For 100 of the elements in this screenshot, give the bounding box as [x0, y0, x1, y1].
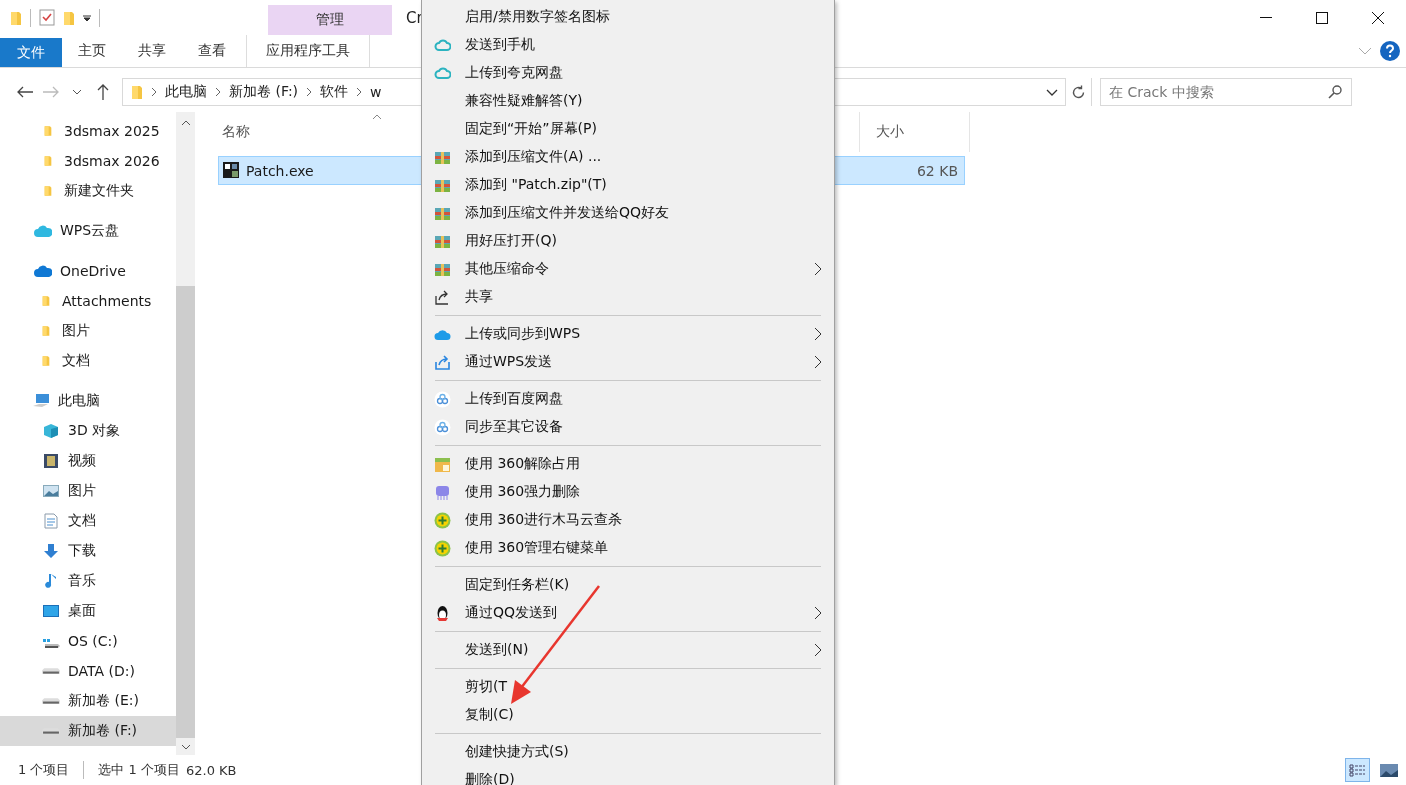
menu-item[interactable]: 发送到手机: [422, 31, 834, 59]
penguin-icon: [434, 605, 451, 622]
breadcrumb[interactable]: 软件: [320, 83, 349, 101]
landscape-thumbnail-icon: [1379, 763, 1398, 777]
nav-item[interactable]: Attachments: [0, 286, 176, 316]
plus-icon: [434, 512, 451, 529]
nav-item[interactable]: OS (C:): [0, 626, 176, 656]
archive-icon: [434, 205, 451, 222]
nav-item[interactable]: 桌面: [0, 596, 176, 626]
nav-item[interactable]: 3D 对象: [0, 416, 176, 446]
nav-item[interactable]: 音乐: [0, 566, 176, 596]
picture-icon: [42, 483, 60, 499]
selection-size: 62.0 KB: [185, 762, 237, 778]
menu-item[interactable]: 固定到“开始”屏幕(P): [422, 115, 834, 143]
menu-item[interactable]: 上传到百度网盘: [422, 385, 834, 413]
nav-item[interactable]: 新加卷 (E:): [0, 686, 176, 716]
menu-item[interactable]: 通过WPS发送: [422, 348, 834, 376]
nav-item[interactable]: 3dsmax 2026: [0, 146, 176, 176]
menu-item[interactable]: 使用 360管理右键菜单: [422, 534, 834, 562]
ribbon-tab[interactable]: 应用程序工具: [246, 35, 370, 67]
archive-icon: [434, 233, 451, 250]
drive-icon: [42, 668, 60, 674]
menu-item[interactable]: 固定到任务栏(K): [422, 571, 834, 599]
menu-item[interactable]: 添加到压缩文件(A) ...: [422, 143, 834, 171]
nav-item[interactable]: 文档: [0, 506, 176, 536]
menu-item[interactable]: 发送到(N): [422, 636, 834, 664]
cube-icon: [42, 423, 60, 439]
menu-item[interactable]: 启用/禁用数字签名图标: [422, 3, 834, 31]
window-title: Cr: [406, 8, 423, 27]
chevron-right-icon: [215, 87, 221, 97]
up-arrow-icon: [97, 84, 109, 100]
menu-item[interactable]: 创建快捷方式(S): [422, 738, 834, 766]
menu-item[interactable]: 同步至其它设备: [422, 413, 834, 441]
nav-item[interactable]: 此电脑: [0, 386, 176, 416]
back-arrow-icon: [17, 86, 33, 98]
menu-item[interactable]: 共享: [422, 283, 834, 311]
menu-item[interactable]: 其他压缩命令: [422, 255, 834, 283]
chevron-right-icon: [306, 87, 313, 97]
menu-item[interactable]: 添加到压缩文件并发送给QQ好友: [422, 199, 834, 227]
folder-icon: [10, 9, 22, 26]
forward-arrow-icon: [43, 86, 59, 98]
menu-item[interactable]: 用好压打开(Q): [422, 227, 834, 255]
close-icon: [1372, 11, 1384, 24]
menu-item[interactable]: 上传或同步到WPS: [422, 320, 834, 348]
details-view-button[interactable]: [1345, 758, 1370, 782]
checklist-icon[interactable]: [39, 9, 55, 26]
share-icon: [434, 354, 451, 371]
menu-item[interactable]: 复制(C): [422, 701, 834, 729]
nav-item[interactable]: 3dsmax 2025: [0, 116, 176, 146]
file-size: 62 KB: [915, 162, 959, 179]
maximize-icon: [1316, 11, 1328, 24]
share-icon: [434, 289, 451, 306]
nav-item[interactable]: 图片: [0, 316, 176, 346]
chevron-right-icon: [356, 87, 363, 97]
archive-icon: [434, 261, 451, 278]
menu-item[interactable]: 添加到 "Patch.zip"(T): [422, 171, 834, 199]
nav-item[interactable]: 下载: [0, 536, 176, 566]
menu-item[interactable]: 使用 360强力删除: [422, 478, 834, 506]
menu-item[interactable]: 使用 360进行木马云查杀: [422, 506, 834, 534]
scrollbar[interactable]: [176, 112, 195, 755]
breadcrumb[interactable]: 新加卷 (F:): [229, 83, 299, 101]
nav-item[interactable]: 图片: [0, 476, 176, 506]
nav-item[interactable]: WPS云盘: [0, 216, 176, 246]
nav-item[interactable]: 文档: [0, 346, 176, 376]
nav-item[interactable]: 视频: [0, 446, 176, 476]
scroll-down-icon[interactable]: [180, 744, 191, 750]
context-tab-group: 管理: [268, 5, 392, 35]
help-icon[interactable]: [1380, 41, 1400, 61]
selection-info: 选中 1 个项目: [98, 761, 180, 779]
menu-item[interactable]: 剪切(T: [422, 673, 834, 701]
nav-item[interactable]: 新加卷 (F:): [0, 716, 176, 746]
file-name: Patch.exe: [246, 162, 314, 179]
search-icon[interactable]: [1328, 85, 1342, 99]
menu-item[interactable]: 上传到夸克网盘: [422, 59, 834, 87]
folder-icon: [63, 9, 75, 26]
column-header[interactable]: 大小: [860, 112, 970, 152]
chevron-down-icon[interactable]: [1358, 47, 1372, 55]
breadcrumb[interactable]: w: [370, 84, 382, 100]
item-count: 1 个项目: [18, 761, 70, 779]
menu-item[interactable]: 兼容性疑难解答(Y): [422, 87, 834, 115]
shredder-icon: [434, 484, 451, 501]
refresh-icon: [1072, 85, 1085, 99]
file-icon: [434, 456, 451, 473]
chevron-right-icon: [151, 87, 157, 97]
nav-item[interactable]: DATA (D:): [0, 656, 176, 686]
chevron-down-icon: [1046, 88, 1058, 96]
search-field[interactable]: 在 Crack 中搜索: [1100, 78, 1352, 106]
chevron-down-icon: [72, 89, 82, 95]
menu-item[interactable]: 通过QQ发送到: [422, 599, 834, 627]
scroll-up-icon[interactable]: [180, 120, 191, 126]
breadcrumb[interactable]: 此电脑: [165, 83, 207, 101]
film-icon: [42, 453, 60, 469]
menu-item[interactable]: 使用 360解除占用: [422, 450, 834, 478]
drive-icon: [42, 698, 60, 704]
nav-item[interactable]: 新建文件夹: [0, 176, 176, 206]
ribbon-tab[interactable]: 文件: [0, 38, 62, 67]
minimize-icon: [1260, 17, 1272, 18]
scrollbar-thumb[interactable]: [176, 286, 195, 738]
nav-item[interactable]: OneDrive: [0, 256, 176, 286]
dropdown-icon[interactable]: [83, 13, 91, 22]
